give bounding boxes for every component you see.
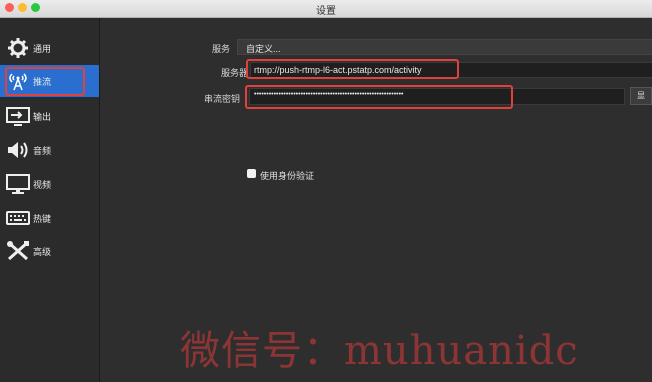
watermark-text: 微信号：muhuanidc: [180, 328, 579, 374]
sidebar-item-hotkeys[interactable]: 热键: [0, 202, 99, 234]
highlight-box-server: [246, 59, 459, 79]
sidebar-item-audio[interactable]: 音频: [0, 134, 99, 166]
highlight-box-stream: [5, 67, 85, 96]
window-title: 设置: [316, 6, 336, 17]
sidebar-item-label: 视频: [33, 180, 52, 190]
stream-key-label: 串流密钥: [203, 94, 240, 104]
service-value: 自定义...: [246, 44, 281, 54]
sidebar-item-label: 热键: [33, 214, 52, 224]
sidebar-item-output[interactable]: 输出: [0, 100, 99, 132]
title-bar: 设置: [0, 0, 652, 18]
sidebar-item-video[interactable]: 视频: [0, 168, 99, 200]
sidebar-item-general[interactable]: 通用: [0, 32, 99, 64]
use-auth-label: 使用身份验证: [260, 171, 315, 181]
service-dropdown[interactable]: 自定义...: [237, 39, 652, 55]
keyboard-icon: [6, 211, 30, 225]
highlight-box-stream-key: [245, 85, 513, 109]
server-label: 服务器: [220, 68, 248, 78]
sidebar-item-label: 高级: [33, 247, 52, 257]
output-icon: [6, 107, 30, 126]
sidebar-item-label: 输出: [33, 112, 52, 122]
gear-icon: [8, 38, 28, 58]
use-auth-checkbox[interactable]: [247, 169, 256, 178]
sidebar-item-label: 通用: [33, 44, 52, 54]
service-label: 服务: [211, 44, 230, 54]
tools-icon: [7, 241, 29, 261]
speaker-icon: [8, 142, 28, 158]
sidebar-item-advanced[interactable]: 高级: [0, 235, 99, 267]
monitor-icon: [6, 174, 30, 194]
show-key-button[interactable]: 显: [630, 87, 652, 105]
sidebar-item-label: 音频: [33, 146, 52, 156]
